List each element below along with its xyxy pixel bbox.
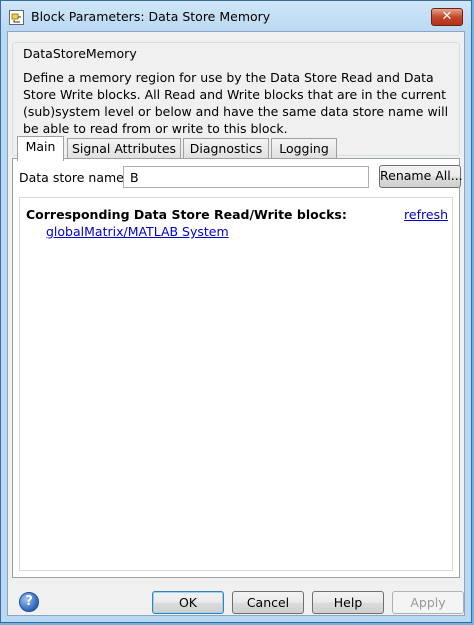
rename-all-button[interactable]: Rename All...	[379, 165, 463, 188]
block-link-global-matrix[interactable]: globalMatrix/MATLAB System	[46, 224, 229, 239]
block-description: Define a memory region for use by the Da…	[23, 70, 449, 136]
data-store-name-label: Data store name:	[19, 170, 129, 185]
main-tab-panel: Data store name: Rename All... Correspon…	[12, 158, 463, 578]
data-store-name-input[interactable]	[123, 166, 369, 188]
help-button[interactable]: Help	[312, 591, 384, 614]
dialog-window: Block Parameters: Data Store Memory ✕ Da…	[0, 0, 472, 623]
close-icon[interactable]: ✕	[431, 8, 463, 26]
tab-main[interactable]: Main	[17, 136, 64, 161]
help-icon[interactable]: ?	[19, 592, 39, 612]
simulink-block-icon	[9, 10, 24, 25]
title-bar: Block Parameters: Data Store Memory ✕	[1, 1, 471, 31]
ok-button[interactable]: OK	[152, 591, 224, 614]
tab-diagnostics[interactable]: Diagnostics	[183, 138, 269, 159]
refresh-link[interactable]: refresh	[404, 207, 448, 222]
block-type-name: DataStoreMemory	[21, 46, 139, 61]
dialog-body: DataStoreMemory Define a memory region f…	[7, 31, 465, 616]
tab-signal-attributes[interactable]: Signal Attributes	[67, 138, 181, 159]
corresponding-blocks-panel: Corresponding Data Store Read/Write bloc…	[19, 197, 453, 571]
cancel-button[interactable]: Cancel	[232, 591, 304, 614]
apply-button[interactable]: Apply	[392, 591, 464, 614]
tab-logging[interactable]: Logging	[271, 138, 337, 159]
tab-strip: Main Signal Attributes Diagnostics Loggi…	[13, 136, 453, 161]
window-title: Block Parameters: Data Store Memory	[31, 9, 271, 24]
corresponding-blocks-heading: Corresponding Data Store Read/Write bloc…	[26, 207, 347, 222]
